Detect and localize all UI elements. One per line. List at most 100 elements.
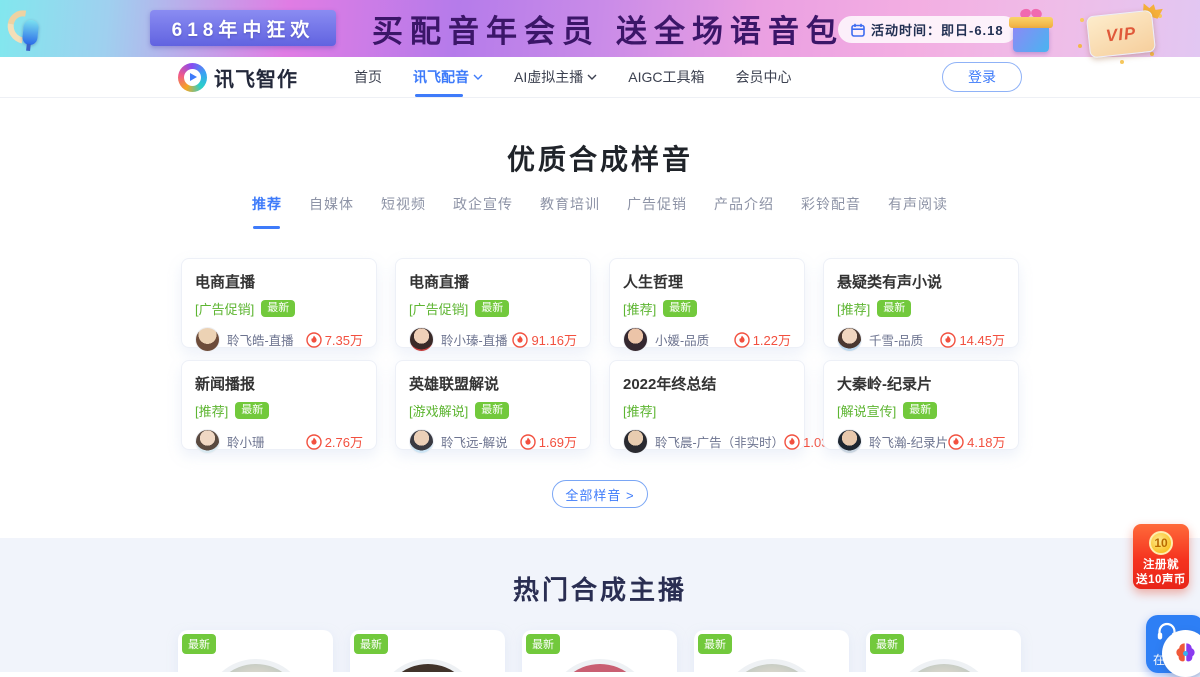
login-button[interactable]: 登录 — [942, 62, 1022, 92]
speaker-avatar — [837, 327, 862, 352]
sample-category: [广告促销] — [195, 299, 254, 318]
nav-home[interactable]: 首页 — [354, 57, 382, 97]
sample-card[interactable]: 新闻播报 [推荐] 最新 聆小珊 2.76万 — [181, 360, 377, 450]
sample-card[interactable]: 英雄联盟解说 [游戏解说] 最新 聆飞远-解说 1.69万 — [395, 360, 591, 450]
nav-menu: 首页 讯飞配音 AI虚拟主播 AIGC工具箱 会员中心 — [354, 57, 791, 97]
speaker-name: 聆飞皓-直播 — [227, 330, 294, 349]
speaker-name: 聆飞远-解说 — [441, 432, 508, 451]
tab-recommended[interactable]: 推荐 — [252, 194, 282, 220]
new-badge: 最新 — [903, 402, 937, 419]
new-badge: 最新 — [354, 634, 388, 654]
speaker-name: 聆飞瀚-纪录片 — [869, 432, 948, 451]
sample-category: [推荐] — [837, 299, 870, 318]
new-badge: 最新 — [261, 300, 295, 317]
fire-icon — [512, 332, 528, 348]
chevron-down-icon — [473, 74, 483, 80]
nav-dubbing[interactable]: 讯飞配音 — [413, 57, 483, 97]
speaker-avatar — [409, 327, 434, 352]
sample-category: [广告促销] — [409, 299, 468, 318]
tab-education[interactable]: 教育培训 — [540, 194, 600, 220]
play-count: 2.76万 — [306, 432, 363, 451]
fire-icon — [306, 434, 322, 450]
tab-short-video[interactable]: 短视频 — [381, 194, 426, 220]
all-samples-button[interactable]: 全部样音 > — [552, 480, 648, 508]
hot-anchors-section: 热门合成主播 最新 最新 最新 最新 最新 — [0, 538, 1200, 672]
tab-product-intro[interactable]: 产品介绍 — [714, 194, 774, 220]
sample-card[interactable]: 悬疑类有声小说 [推荐] 最新 千雪-品质 14.45万 — [823, 258, 1019, 348]
ribbon-label: 618年中狂欢 — [172, 15, 315, 42]
sample-cards-grid: 电商直播 [广告促销] 最新 聆飞皓-直播 7.35万 电商直播 [广告促销] … — [181, 258, 1019, 450]
anchor-card[interactable]: 最新 — [866, 630, 1021, 672]
new-badge: 最新 — [182, 634, 216, 654]
new-badge: 最新 — [475, 402, 509, 419]
speaker-avatar — [195, 327, 220, 352]
fire-icon — [306, 332, 322, 348]
coin-icon: 10 — [1149, 531, 1173, 555]
activity-time-pill: 活动时间：即日-6.18 — [838, 16, 1017, 43]
speaker-avatar — [837, 429, 862, 454]
tab-ad-promo[interactable]: 广告促销 — [627, 194, 687, 220]
anchor-avatar — [720, 659, 824, 672]
fire-icon — [520, 434, 536, 450]
nav-member-center[interactable]: 会员中心 — [735, 57, 791, 97]
play-count: 1.69万 — [520, 432, 577, 451]
anchor-avatar — [204, 659, 308, 672]
tab-gov-enterprise[interactable]: 政企宣传 — [453, 194, 513, 220]
fire-icon — [734, 332, 750, 348]
new-badge: 最新 — [526, 634, 560, 654]
hot-anchors-title: 热门合成主播 — [0, 576, 1200, 604]
promo-banner[interactable]: 618年中狂欢 买配音年会员送全场语音包 活动时间：即日-6.18 VIP — [0, 0, 1200, 57]
speaker-avatar — [195, 429, 220, 454]
sample-card[interactable]: 电商直播 [广告促销] 最新 聆飞皓-直播 7.35万 — [181, 258, 377, 348]
anchor-card[interactable]: 最新 — [694, 630, 849, 672]
main-navbar: 讯飞智作 首页 讯飞配音 AI虚拟主播 AIGC工具箱 会员中心 登录 — [0, 57, 1200, 98]
sample-title: 人生哲理 — [623, 271, 791, 292]
sample-title: 悬疑类有声小说 — [837, 271, 1005, 292]
gift-box-decoration — [1008, 9, 1058, 55]
sample-category: [解说宣传] — [837, 401, 896, 420]
play-count: 7.35万 — [306, 330, 363, 349]
nav-virtual-anchor[interactable]: AI虚拟主播 — [514, 57, 597, 97]
sample-title: 电商直播 — [409, 271, 577, 292]
samples-section: 优质合成样音 推荐 自媒体 短视频 政企宣传 教育培训 广告促销 产品介绍 彩铃… — [0, 98, 1200, 538]
sample-category: [推荐] — [623, 299, 656, 318]
fire-icon — [784, 434, 800, 450]
play-count: 91.16万 — [512, 330, 577, 349]
nav-aigc-tools[interactable]: AIGC工具箱 — [628, 57, 704, 97]
sample-card[interactable]: 大秦岭-纪录片 [解说宣传] 最新 聆飞瀚-纪录片 4.18万 — [823, 360, 1019, 450]
microphone-decoration — [8, 6, 52, 54]
samples-tabs: 推荐 自媒体 短视频 政企宣传 教育培训 广告促销 产品介绍 彩铃配音 有声阅读 — [0, 194, 1200, 220]
speaker-avatar — [623, 327, 648, 352]
anchor-card[interactable]: 最新 — [350, 630, 505, 672]
anchor-card[interactable]: 最新 — [178, 630, 333, 672]
new-badge: 最新 — [663, 300, 697, 317]
sample-title: 新闻播报 — [195, 373, 363, 394]
speaker-avatar — [409, 429, 434, 454]
sample-card[interactable]: 人生哲理 [推荐] 最新 小媛-品质 1.22万 — [609, 258, 805, 348]
new-badge: 最新 — [475, 300, 509, 317]
speaker-name: 聆小瑧-直播 — [441, 330, 508, 349]
register-gift-float[interactable]: 10 注册就 送10声币 — [1133, 524, 1189, 589]
tab-self-media[interactable]: 自媒体 — [309, 194, 354, 220]
anchor-avatar — [376, 659, 480, 672]
brain-icon — [1172, 640, 1199, 667]
anchor-card[interactable]: 最新 — [522, 630, 677, 672]
hot-anchor-cards: 最新 最新 最新 最新 最新 — [178, 630, 1022, 672]
play-count: 14.45万 — [940, 330, 1005, 349]
tab-ringtone[interactable]: 彩铃配音 — [801, 194, 861, 220]
anchor-avatar — [892, 659, 996, 672]
fire-icon — [948, 434, 964, 450]
brand-logo[interactable]: 讯飞智作 — [178, 63, 298, 92]
sample-title: 2022年终总结 — [623, 373, 791, 394]
speaker-name: 聆小珊 — [227, 432, 265, 451]
register-gift-line1: 注册就 — [1136, 558, 1186, 573]
brand-logo-icon — [178, 63, 207, 92]
sample-card[interactable]: 电商直播 [广告促销] 最新 聆小瑧-直播 91.16万 — [395, 258, 591, 348]
samples-title: 优质合成样音 — [0, 140, 1200, 180]
sample-card[interactable]: 2022年终总结 [推荐] 聆飞晨-广告（非实时） 1.03万 — [609, 360, 805, 450]
activity-time-label: 活动时间：即日-6.18 — [871, 20, 1004, 39]
sample-title: 英雄联盟解说 — [409, 373, 577, 394]
sample-category: [推荐] — [623, 401, 656, 420]
anchor-avatar — [548, 659, 652, 672]
tab-audiobook[interactable]: 有声阅读 — [888, 194, 948, 220]
